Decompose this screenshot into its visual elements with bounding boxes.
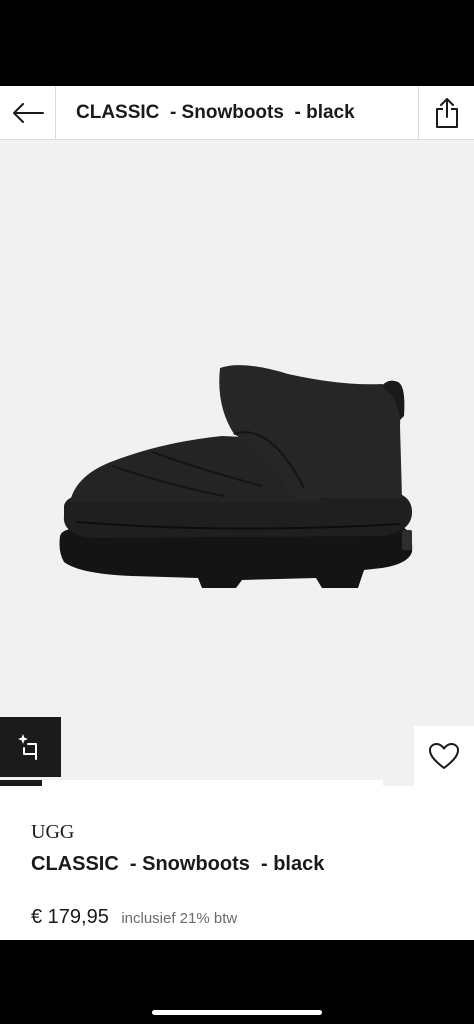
price-row: € 179,95 inclusief 21% btw <box>31 906 237 929</box>
back-button[interactable] <box>0 86 56 140</box>
sparkle-crop-icon <box>17 734 37 760</box>
product-name: CLASSIC - Snowboots - black <box>31 853 325 875</box>
home-indicator[interactable] <box>152 1010 322 1015</box>
product-price: € 179,95 <box>31 906 109 928</box>
bottom-system-bar <box>0 940 474 1024</box>
share-icon <box>435 98 458 128</box>
wishlist-button[interactable] <box>414 726 474 786</box>
vat-note: inclusief 21% btw <box>121 910 238 927</box>
product-image <box>59 365 413 588</box>
arrow-left-icon <box>12 103 44 123</box>
status-bar <box>0 0 474 86</box>
product-brand[interactable]: UGG <box>31 821 74 844</box>
share-button[interactable] <box>418 86 474 140</box>
heart-icon <box>429 743 459 769</box>
top-nav-bar: CLASSIC - Snowboots - black <box>0 86 474 140</box>
product-info: UGG CLASSIC - Snowboots - black € 179,95… <box>0 786 474 940</box>
product-image-gallery[interactable] <box>0 140 474 786</box>
edit-image-button[interactable] <box>0 717 61 777</box>
page-title: CLASSIC - Snowboots - black <box>76 102 355 123</box>
